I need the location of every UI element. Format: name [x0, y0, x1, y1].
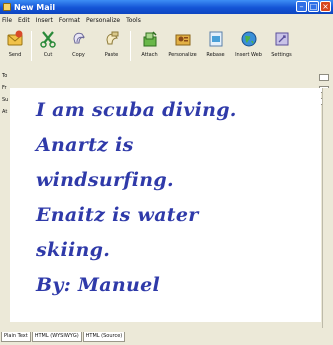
subject-label: Su	[2, 97, 9, 103]
maximize-icon: □	[309, 2, 318, 11]
to-field[interactable]	[319, 74, 329, 81]
editor-border	[322, 88, 333, 328]
personalize-label: Personalize	[168, 52, 197, 58]
toolbar: Send Cut Copy Paste Attach Personalize R…	[0, 27, 333, 67]
personalize-icon	[175, 34, 190, 46]
rebase-label: Rebase	[206, 52, 225, 58]
menu-edit[interactable]: Edit	[18, 17, 30, 24]
cut-icon	[40, 31, 56, 48]
menu-bar: File Edit Insert Format Personalize Tool…	[0, 15, 333, 26]
menu-tools[interactable]: Tools	[126, 17, 141, 24]
title-bar: New Mail – □ ×	[0, 0, 333, 14]
tab-html-wysiwyg[interactable]: HTML (WYSIWYG)	[31, 332, 82, 342]
rebase-button[interactable]: Rebase	[199, 27, 232, 67]
paste-label: Paste	[104, 52, 119, 58]
to-label: To	[2, 73, 8, 79]
toolbar-divider	[31, 31, 32, 61]
from-label: Fr	[2, 85, 7, 91]
attach-label: Attach	[141, 52, 158, 58]
message-line: Anartz is	[36, 134, 134, 156]
send-label: Send	[8, 52, 22, 58]
message-line: windsurfing.	[36, 169, 174, 191]
mail-window: New Mail – □ × File Edit Insert Format P…	[0, 0, 333, 345]
attach-icon	[143, 31, 157, 47]
toolbar-divider	[130, 31, 131, 61]
tab-plain-text[interactable]: Plain Text	[1, 332, 31, 342]
copy-icon	[72, 32, 85, 44]
cut-button[interactable]: Cut	[34, 27, 62, 67]
menu-format[interactable]: Format	[59, 17, 80, 24]
attach-button[interactable]: Attach	[133, 27, 166, 67]
menu-personalize[interactable]: Personalize	[86, 17, 120, 24]
copy-label: Copy	[72, 52, 85, 58]
minimize-icon: –	[299, 2, 304, 11]
insert-web-button[interactable]: Insert Web	[232, 27, 265, 67]
send-button[interactable]: Send	[1, 27, 29, 67]
tab-html-source[interactable]: HTML (Source)	[82, 332, 126, 342]
insert-web-icon	[241, 31, 256, 47]
rebase-icon	[209, 31, 222, 47]
paste-icon	[105, 31, 118, 45]
settings-button[interactable]: Settings	[265, 27, 298, 67]
menu-file[interactable]: File	[2, 17, 12, 24]
editor-mode-tabs: Plain Text HTML (WYSIWYG) HTML (Source)	[1, 332, 126, 342]
close-button[interactable]: ×	[320, 1, 331, 12]
message-line: Enaitz is water	[36, 204, 199, 226]
copy-button[interactable]: Copy	[62, 27, 95, 67]
send-icon	[7, 30, 23, 46]
editor-mode-bar: Plain Text HTML (WYSIWYG) HTML (Source)	[0, 328, 333, 345]
message-body-editor[interactable]: I am scuba diving. Anartz is windsurfing…	[10, 88, 321, 322]
message-line: skiing.	[36, 239, 111, 261]
attachments-label: At	[2, 109, 8, 115]
minimize-button[interactable]: –	[296, 1, 307, 12]
paste-button[interactable]: Paste	[95, 27, 128, 67]
personalize-button[interactable]: Personalize	[166, 27, 199, 67]
close-icon: ×	[322, 2, 329, 11]
maximize-button[interactable]: □	[308, 1, 319, 12]
insert-web-label: Insert Web	[235, 52, 262, 58]
settings-icon	[275, 32, 288, 46]
message-line: By: Manuel	[36, 274, 161, 296]
menu-insert[interactable]: Insert	[36, 17, 53, 24]
message-line: I am scuba diving.	[36, 99, 237, 121]
mail-icon	[3, 3, 11, 11]
cut-label: Cut	[43, 52, 53, 58]
window-controls: – □ ×	[296, 1, 331, 12]
settings-label: Settings	[271, 52, 292, 58]
window-title: New Mail	[14, 2, 56, 12]
